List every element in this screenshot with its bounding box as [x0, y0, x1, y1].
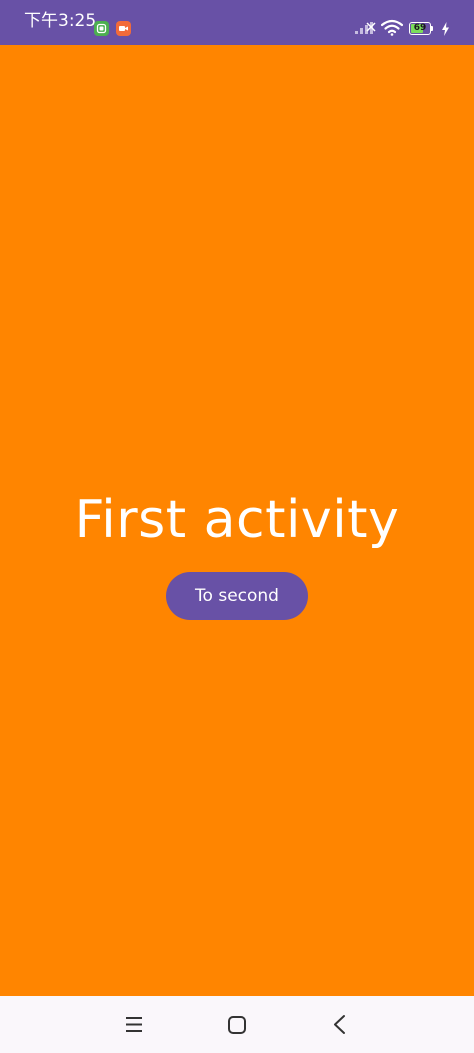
- app-notification-icon: [94, 21, 109, 36]
- battery-percentage: 69: [413, 23, 427, 33]
- home-icon[interactable]: [222, 1010, 252, 1040]
- menu-icon[interactable]: [119, 1010, 149, 1040]
- to-second-button[interactable]: To second: [166, 572, 308, 620]
- screen-recorder-icon: [116, 21, 131, 36]
- app-screen: 下午3:25 69 First activity To second: [0, 0, 474, 1053]
- page-title: First activity: [74, 490, 400, 550]
- status-bar: 下午3:25 69: [0, 0, 474, 45]
- status-time: 下午3:25: [24, 11, 97, 31]
- back-icon[interactable]: [325, 1010, 355, 1040]
- cellular-signal-icon: [355, 22, 376, 34]
- charging-icon: [442, 22, 449, 36]
- battery-icon: 69: [409, 22, 434, 35]
- navigation-bar: [0, 996, 474, 1053]
- wifi-icon: [381, 19, 403, 36]
- battery-tip: [431, 26, 433, 31]
